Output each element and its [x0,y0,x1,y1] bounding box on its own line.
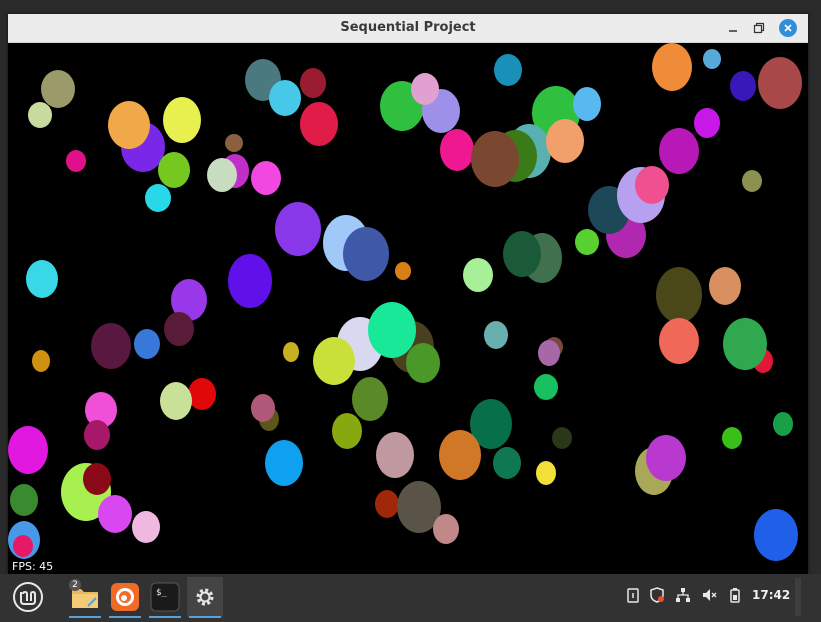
mint-logo-icon [13,582,43,612]
show-desktop-button[interactable] [795,578,801,616]
shield-icon[interactable] [648,586,666,604]
minimize-button[interactable] [724,19,742,37]
taskbar-app-terminal[interactable]: $_ [147,577,183,618]
terminal-glyph: $_ [156,588,167,598]
files-badge: 2 [69,579,81,591]
fps-counter: FPS: 45 [12,560,54,573]
taskbar-app-files[interactable]: 2 [67,577,103,618]
maximize-button[interactable] [750,19,768,37]
menu-button[interactable] [10,577,46,617]
volume-muted-icon[interactable] [700,586,718,604]
render-canvas[interactable]: FPS: 45 [8,43,808,574]
minimize-icon [729,30,737,32]
window-title: Sequential Project [340,20,476,35]
firefox-icon [111,583,139,611]
clock[interactable]: 17:42 [752,588,790,602]
gear-icon [196,588,214,606]
close-button[interactable] [779,19,797,37]
clipboard-icon[interactable] [624,586,642,604]
app-window: Sequential Project FPS: 45 [8,14,808,574]
title-bar[interactable]: Sequential Project [8,14,808,43]
bubbles-layer [8,43,802,561]
taskbar-app-firefox[interactable] [107,577,143,618]
battery-icon[interactable] [726,586,744,604]
taskbar: 2 $_ 17:42 [0,574,821,622]
taskbar-app-settings[interactable] [187,577,223,618]
restore-icon [753,22,765,34]
network-icon[interactable] [674,586,692,604]
close-icon [784,24,792,32]
